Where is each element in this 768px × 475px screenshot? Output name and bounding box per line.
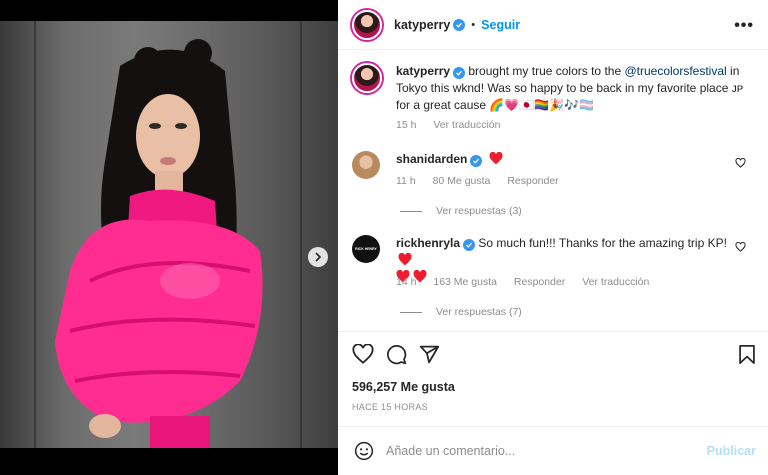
commenter-avatar[interactable] <box>352 151 380 179</box>
comment-username[interactable]: shanidarden <box>396 152 467 166</box>
comment-input[interactable] <box>386 444 707 458</box>
view-replies[interactable]: Ver respuestas (3) <box>400 205 536 217</box>
publish-button[interactable]: Publicar <box>707 444 756 458</box>
comment-likes[interactable]: 80 Me gusta <box>433 175 491 187</box>
comment-translate[interactable]: Ver traducción <box>582 276 649 288</box>
post-header: katyperry • Seguir ••• <box>338 0 768 50</box>
photo-illustration <box>55 39 263 448</box>
likes-count[interactable]: 596,257 Me gusta <box>352 380 455 394</box>
verified-badge-icon <box>470 155 483 167</box>
comment-time: 11 h <box>396 175 416 187</box>
reply-button[interactable]: Responder <box>507 175 558 187</box>
view-replies-label[interactable]: Ver respuestas (7) <box>436 306 522 318</box>
reply-button[interactable]: Responder <box>514 276 565 288</box>
comments-list: katyperry brought my true colors to the … <box>338 51 768 331</box>
author-username[interactable]: katyperry <box>394 18 450 32</box>
caption-text: katyperry brought my true colors to the … <box>396 63 756 114</box>
follow-button[interactable]: Seguir <box>481 18 520 32</box>
like-comment-icon[interactable] <box>735 242 746 252</box>
post-photo[interactable] <box>0 21 338 448</box>
comment-username[interactable]: rickhenryla <box>396 236 460 250</box>
emoji-icon[interactable] <box>354 441 374 461</box>
chevron-right-icon <box>315 252 322 262</box>
caption-meta: 15 h Ver traducción <box>396 119 514 131</box>
red-heart-emoji-icon <box>489 151 503 165</box>
post-panel: katyperry • Seguir ••• katyperry brought… <box>338 0 768 475</box>
caption-body-1: brought my true colors to the <box>465 64 625 78</box>
like-comment-icon[interactable] <box>735 158 746 168</box>
replies-line <box>400 311 422 313</box>
comment-body: So much fun!!! Thanks for the amazing tr… <box>475 236 727 250</box>
share-icon[interactable] <box>419 344 440 365</box>
author-avatar[interactable] <box>352 9 382 40</box>
caption-translate[interactable]: Ver traducción <box>433 119 500 131</box>
caption-avatar[interactable] <box>352 63 382 93</box>
comment-icon[interactable] <box>386 344 407 365</box>
caption-mention[interactable]: @truecolorsfestival <box>624 64 726 78</box>
comment-likes[interactable]: 163 Me gusta <box>433 276 497 288</box>
comment-meta: 14 h 163 Me gusta Responder Ver traducci… <box>396 276 663 288</box>
commenter-avatar[interactable]: RICK HENRY <box>352 235 380 263</box>
view-replies-label[interactable]: Ver respuestas (3) <box>436 205 522 217</box>
comment-text: shanidarden <box>396 151 503 168</box>
post-timestamp: HACE 15 HORAS <box>352 402 428 412</box>
red-heart-emoji-icon <box>398 252 412 266</box>
more-options-icon[interactable]: ••• <box>734 17 754 35</box>
caption-username[interactable]: katyperry <box>396 64 450 78</box>
like-post-icon[interactable] <box>352 344 374 364</box>
header-separator: • <box>471 18 476 31</box>
add-comment-bar: Publicar <box>338 426 768 475</box>
comment-meta: 11 h 80 Me gusta Responder <box>396 175 573 187</box>
verified-badge-icon <box>463 239 476 251</box>
save-bookmark-icon[interactable] <box>738 345 756 364</box>
post-media <box>0 0 338 475</box>
caption-time: 15 h <box>396 119 417 131</box>
verified-badge-icon <box>453 18 466 31</box>
verified-badge-icon <box>453 67 466 79</box>
replies-line <box>400 210 422 212</box>
view-replies[interactable]: Ver respuestas (7) <box>400 306 536 318</box>
next-photo-button[interactable] <box>308 247 328 267</box>
comment-time: 14 h <box>396 276 417 288</box>
post-actions: 596,257 Me gusta HACE 15 HORAS <box>338 331 768 426</box>
